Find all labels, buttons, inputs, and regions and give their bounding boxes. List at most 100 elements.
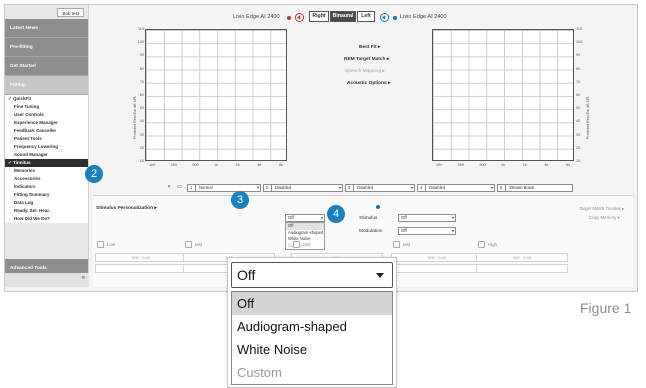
tab-right[interactable]: Right [309, 11, 329, 22]
collapse-sidebar-icon[interactable]: « [82, 275, 85, 281]
channel-2[interactable]: 2 Disabled ▾ [263, 184, 343, 192]
y-tick-label: 40 [139, 119, 144, 124]
stimulus-personalization-label: Stimulus Personalization [96, 206, 154, 211]
x-tick-label: 8k [566, 163, 571, 167]
sidebar-item-tinnitus[interactable]: ✓ Tinnitus [5, 159, 88, 167]
stimulus-value: Off [401, 215, 407, 220]
sidebar-item-how-did-we-do[interactable]: How Did We Do? [5, 215, 88, 223]
acoustic-options-option[interactable]: Acoustic Options ▸ [347, 81, 390, 86]
chevron-down-icon [376, 273, 384, 278]
chart-plot-area [432, 29, 574, 161]
speech-mapping-option: Speech Mapping ▸ [345, 69, 385, 74]
channel-label: Disabled [275, 185, 292, 190]
x-tick-label: 100 [149, 163, 156, 167]
band-value-cell: 500 - 0.00 [476, 253, 568, 262]
band-label: Mid [403, 242, 411, 247]
band-checkbox[interactable] [97, 241, 104, 248]
x-tick-label: 4k [544, 163, 549, 167]
channel-number: 3 [348, 185, 354, 191]
channel-label: Normal [199, 185, 213, 190]
sidebar-item-ready-set-hear[interactable]: Ready. Set. Hear. [5, 207, 88, 215]
right-ear-chart: Predicted Real Ear dB SPL 110 100 90 80 70 60… [133, 27, 289, 181]
band-adjust-cell[interactable] [391, 264, 483, 273]
copy-memory-link[interactable]: Copy Memory ▾ [589, 215, 620, 221]
best-fit-option[interactable]: Best Fit ▸ [359, 45, 380, 50]
dropdown-option-audiogram-shaped[interactable]: Audiogram-shaped [232, 315, 392, 338]
band-adjust-cell[interactable] [476, 264, 568, 273]
y-tick-label: 90 [139, 53, 144, 58]
channel-3[interactable]: 3 Disabled ▾ [345, 184, 415, 192]
channel-5[interactable]: 5 Stream Boost [497, 184, 573, 192]
target-match-tinnitus-link[interactable]: Target Match Tinnitus ▸ [579, 206, 624, 212]
callout-4: 4 [327, 205, 345, 223]
tab-binaural[interactable]: Binaural [330, 11, 356, 22]
band-checkbox[interactable] [478, 241, 485, 248]
x-tick-label: 8k [279, 163, 284, 167]
sidebar-item-quickfit[interactable]: ✓ QuickFit [5, 95, 88, 103]
sidebar-item-fitting-summary[interactable]: Fitting Summary [5, 191, 88, 199]
left-mute-icon[interactable] [380, 12, 389, 22]
dropdown-option-white-noise[interactable]: White Noise [232, 338, 392, 361]
session-button[interactable]: Bob test [57, 8, 84, 17]
sidebar-item-user-controls[interactable]: User Controls [5, 111, 88, 119]
channel-4[interactable]: 4 Disabled ▾ [417, 184, 495, 192]
right-ear-dot-icon [287, 15, 291, 20]
sidebar-item-indicators[interactable]: Indicators [5, 183, 88, 191]
stimulus-dropdown-zoom: Off Off Audiogram-shaped White Noise Cus… [227, 257, 397, 388]
stimulus-dropdown-list: Off Audiogram-shaped White Noise Custom [231, 291, 393, 385]
sidebar-item-experience-manager[interactable]: Experience Manager [5, 119, 88, 127]
tab-left[interactable]: Left [357, 11, 375, 22]
stimulus-select[interactable]: Off ▾ [398, 214, 456, 222]
band-checkbox[interactable] [393, 241, 400, 248]
left-ear-dot-icon [393, 15, 397, 20]
sidebar-item-frequency-lowering[interactable]: Frequency Lowering [5, 143, 88, 151]
band-adjust-cell[interactable] [95, 264, 187, 273]
y-tick-label: 70 [139, 79, 144, 84]
sidebar-item-patient-tools[interactable]: Patient Tools [5, 135, 88, 143]
channel-number: 4 [420, 185, 426, 191]
modulation-select[interactable]: Off ▾ [398, 227, 456, 235]
stimulus-label: Stimulus [359, 216, 378, 221]
sidebar-section-get-started[interactable]: Get Started [5, 57, 88, 76]
band-value-cell: 500 - 0.00 [95, 253, 187, 262]
y-tick-label: 30 [576, 132, 581, 137]
speech-bubble-icon[interactable]: ▭ [177, 184, 182, 190]
x-tick-label: 4k [257, 163, 262, 167]
channel-1[interactable]: 1 Normal ▾ [187, 184, 261, 192]
dropdown-option-off[interactable]: Off [232, 292, 392, 315]
x-tick-label: 500 [192, 163, 199, 167]
link-icon[interactable]: ⚭ [167, 184, 171, 190]
sidebar-item-fine-tuning[interactable]: Fine Tuning [5, 103, 88, 111]
stimulus-personalization-link[interactable]: Stimulus Personalization ▸ [96, 206, 157, 211]
sidebar-section-latest-news[interactable]: Latest News [5, 19, 88, 38]
main-panel: Livio Edge AI 2400 Right Binaural Left L… [93, 5, 633, 289]
channel-label: Stream Boost [509, 185, 535, 190]
sidebar-section-fitting[interactable]: Fitting [5, 76, 88, 95]
right-stimulus-value: Off [288, 215, 294, 220]
channel-number: 5 [500, 185, 506, 191]
stimulus-dropdown-select[interactable]: Off [231, 262, 393, 288]
band-label: Mid [195, 242, 203, 247]
band-label: Low [107, 242, 116, 247]
app-window: Bob test Latest News Pre-fitting Get Sta… [4, 4, 638, 292]
sidebar-item-accessories[interactable]: Accessories [5, 175, 88, 183]
sidebar-item-label: Data Log [14, 200, 34, 205]
rem-target-match-label: REM Target Match [344, 57, 386, 62]
sidebar-item-memories[interactable]: Memories [5, 167, 88, 175]
left-device-label: Livio Edge AI 2400 [400, 14, 447, 20]
sidebar-item-feedback-canceller[interactable]: Feedback Canceller [5, 127, 88, 135]
sidebar-item-sound-manager[interactable]: Sound Manager [5, 151, 88, 159]
band-label: Mid [303, 242, 311, 247]
sidebar-item-data-log[interactable]: Data Log [5, 199, 88, 207]
chevron-down-icon: ▾ [320, 215, 323, 220]
right-mute-icon[interactable] [295, 12, 304, 22]
chevron-down-icon: ▾ [256, 185, 259, 190]
rem-target-match-option[interactable]: REM Target Match ▸ [344, 57, 389, 62]
right-stimulus-select[interactable]: Off ▾ [285, 214, 325, 222]
sidebar-section-pre-fitting[interactable]: Pre-fitting [5, 38, 88, 57]
chevron-down-icon: ▾ [451, 228, 454, 233]
band-checkbox[interactable] [185, 241, 192, 248]
band-checkbox[interactable] [293, 241, 300, 248]
y-tick-label: 110 [576, 27, 583, 31]
best-fit-label: Best Fit [359, 45, 377, 50]
